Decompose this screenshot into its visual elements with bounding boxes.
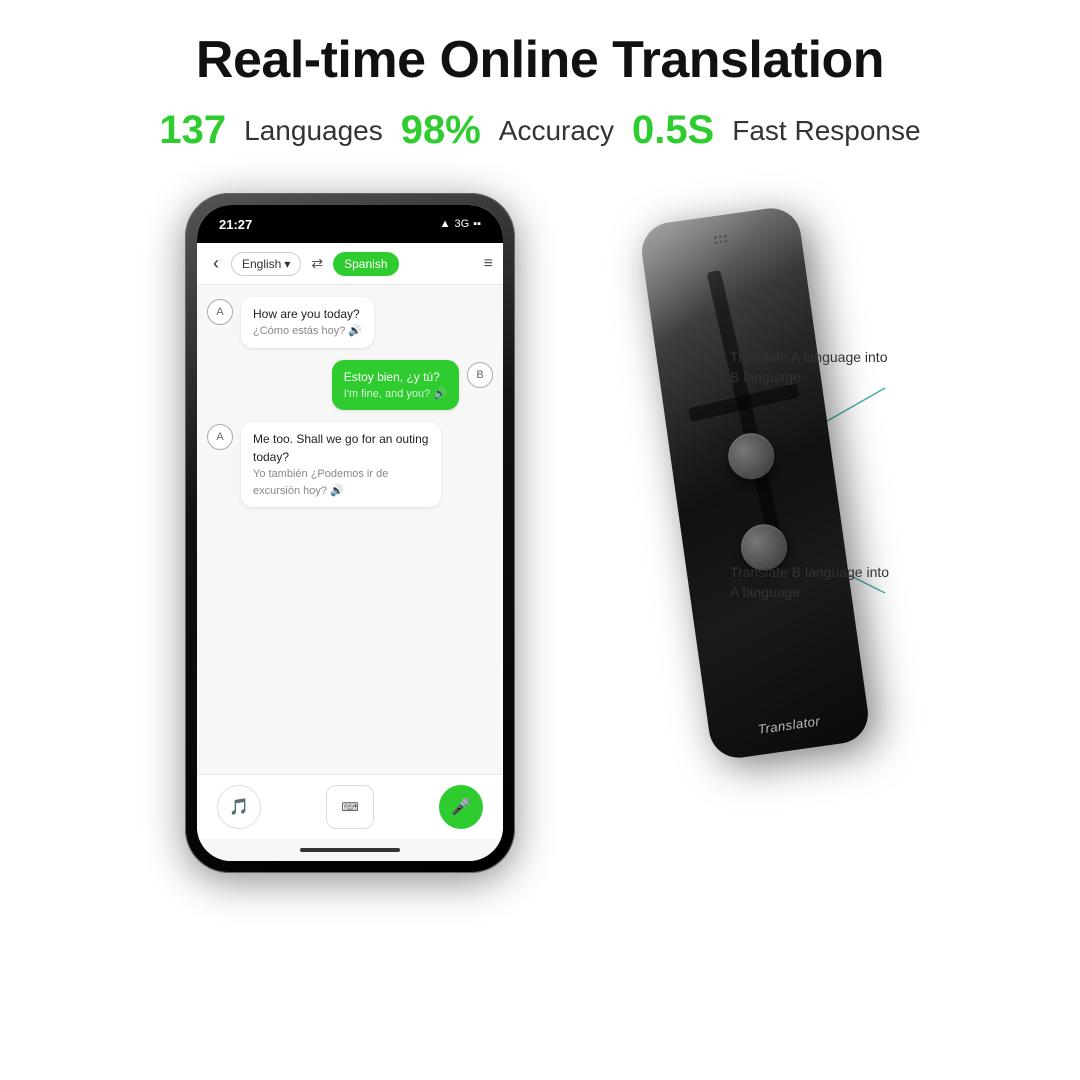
stat-response-label: Fast Response bbox=[732, 115, 920, 147]
stat-response-number: 0.5S bbox=[632, 108, 714, 153]
mic-dot bbox=[719, 235, 722, 238]
stats-row: 137 Languages 98% Accuracy 0.5S Fast Res… bbox=[159, 108, 920, 153]
cross-horizontal bbox=[688, 383, 800, 422]
device-section: Translator Translate A language into B l… bbox=[575, 193, 895, 753]
page-title: Real-time Online Translation bbox=[196, 30, 884, 90]
lang-a-label: English bbox=[242, 257, 281, 271]
chat-message-2: B Estoy bien, ¿y tú? I'm fine, and you? … bbox=[207, 360, 493, 411]
lang-b-label: Spanish bbox=[344, 257, 387, 271]
avatar-a: A bbox=[207, 299, 233, 325]
msg-1-translation: ¿Cómo estás hoy? 🔊 bbox=[253, 323, 362, 340]
lang-b-button[interactable]: Spanish bbox=[333, 252, 398, 276]
avatar-b: B bbox=[467, 362, 493, 388]
mic-dot bbox=[719, 240, 722, 243]
device-cross-reflection bbox=[669, 261, 817, 544]
bubble-2: Estoy bien, ¿y tú? I'm fine, and you? 🔊 bbox=[332, 360, 459, 411]
page-container: Real-time Online Translation 137 Languag… bbox=[0, 0, 1080, 1080]
battery-icon: ▪▪ bbox=[473, 218, 481, 230]
device-mic bbox=[714, 235, 728, 245]
lang-a-button[interactable]: English ▾ bbox=[231, 252, 301, 276]
waveform-left-icon: 🎵 bbox=[229, 797, 249, 817]
phone-outer: 21:27 ▲ 3G ▪▪ ‹ English ▾ bbox=[185, 193, 515, 873]
msg-3-text: Me too. Shall we go for an outing today? bbox=[253, 430, 429, 466]
msg-2-text: Estoy bien, ¿y tú? bbox=[344, 368, 447, 386]
status-icons: ▲ 3G ▪▪ bbox=[440, 218, 481, 230]
keyboard-button[interactable]: ⌨ bbox=[326, 785, 374, 829]
stat-languages-label: Languages bbox=[244, 115, 383, 147]
mic-dot bbox=[724, 235, 727, 238]
msg-3-translation: Yo también ¿Podemos ir de excursión hoy?… bbox=[253, 466, 429, 499]
menu-button[interactable]: ≡ bbox=[484, 255, 493, 273]
annotation-b-text: Translate B language into A language bbox=[730, 563, 895, 602]
phone-status-bar: 21:27 ▲ 3G ▪▪ bbox=[197, 205, 503, 243]
signal-icon: 3G bbox=[455, 218, 470, 230]
phone-notch bbox=[285, 205, 415, 233]
device-label: Translator bbox=[757, 713, 821, 737]
bubble-3: Me too. Shall we go for an outing today?… bbox=[241, 422, 441, 507]
msg-2-translation: I'm fine, and you? 🔊 bbox=[344, 386, 447, 403]
phone-inner: 21:27 ▲ 3G ▪▪ ‹ English ▾ bbox=[197, 205, 503, 861]
annotation-b: Translate B language into A language bbox=[730, 563, 895, 602]
home-bar bbox=[300, 848, 400, 852]
annotation-a: Translate A language into B language bbox=[730, 348, 895, 387]
wifi-icon: ▲ bbox=[440, 218, 451, 230]
device-button-a[interactable] bbox=[725, 430, 777, 482]
annotation-a-text: Translate A language into B language bbox=[730, 348, 895, 387]
waveform-left-button[interactable]: 🎵 bbox=[217, 785, 261, 829]
stat-accuracy-number: 98% bbox=[401, 108, 481, 153]
sound-icon-3: 🔊 bbox=[330, 485, 344, 497]
waveform-right-icon: 🎤 bbox=[451, 797, 471, 817]
status-time: 21:27 bbox=[219, 217, 252, 232]
translator-device: Translator bbox=[638, 204, 872, 761]
mic-dot bbox=[714, 236, 717, 239]
stat-languages-number: 137 bbox=[159, 108, 226, 153]
swap-button[interactable]: ⇄ bbox=[307, 251, 327, 276]
content-row: 21:27 ▲ 3G ▪▪ ‹ English ▾ bbox=[40, 193, 1040, 1060]
avatar-a2: A bbox=[207, 424, 233, 450]
back-button[interactable]: ‹ bbox=[207, 251, 225, 276]
phone-wrapper: 21:27 ▲ 3G ▪▪ ‹ English ▾ bbox=[185, 193, 515, 873]
dropdown-icon: ▾ bbox=[284, 257, 290, 271]
bubble-1: How are you today? ¿Cómo estás hoy? 🔊 bbox=[241, 297, 374, 348]
chat-message-3: A Me too. Shall we go for an outing toda… bbox=[207, 422, 493, 507]
mic-dot bbox=[714, 241, 717, 244]
sound-icon-1: 🔊 bbox=[348, 325, 362, 337]
mic-dot bbox=[724, 239, 727, 242]
waveform-right-button[interactable]: 🎤 bbox=[439, 785, 483, 829]
stat-accuracy-label: Accuracy bbox=[499, 115, 614, 147]
chat-message-1: A How are you today? ¿Cómo estás hoy? 🔊 bbox=[207, 297, 493, 348]
phone-bottom-bar: 🎵 ⌨ 🎤 bbox=[197, 774, 503, 839]
cross-vertical bbox=[707, 270, 781, 536]
app-bar: ‹ English ▾ ⇄ Spanish ≡ bbox=[197, 243, 503, 285]
home-indicator bbox=[197, 839, 503, 861]
chat-area: A How are you today? ¿Cómo estás hoy? 🔊 … bbox=[197, 285, 503, 774]
msg-1-text: How are you today? bbox=[253, 305, 362, 323]
sound-icon-2: 🔊 bbox=[433, 388, 447, 400]
keyboard-icon: ⌨ bbox=[341, 800, 358, 814]
